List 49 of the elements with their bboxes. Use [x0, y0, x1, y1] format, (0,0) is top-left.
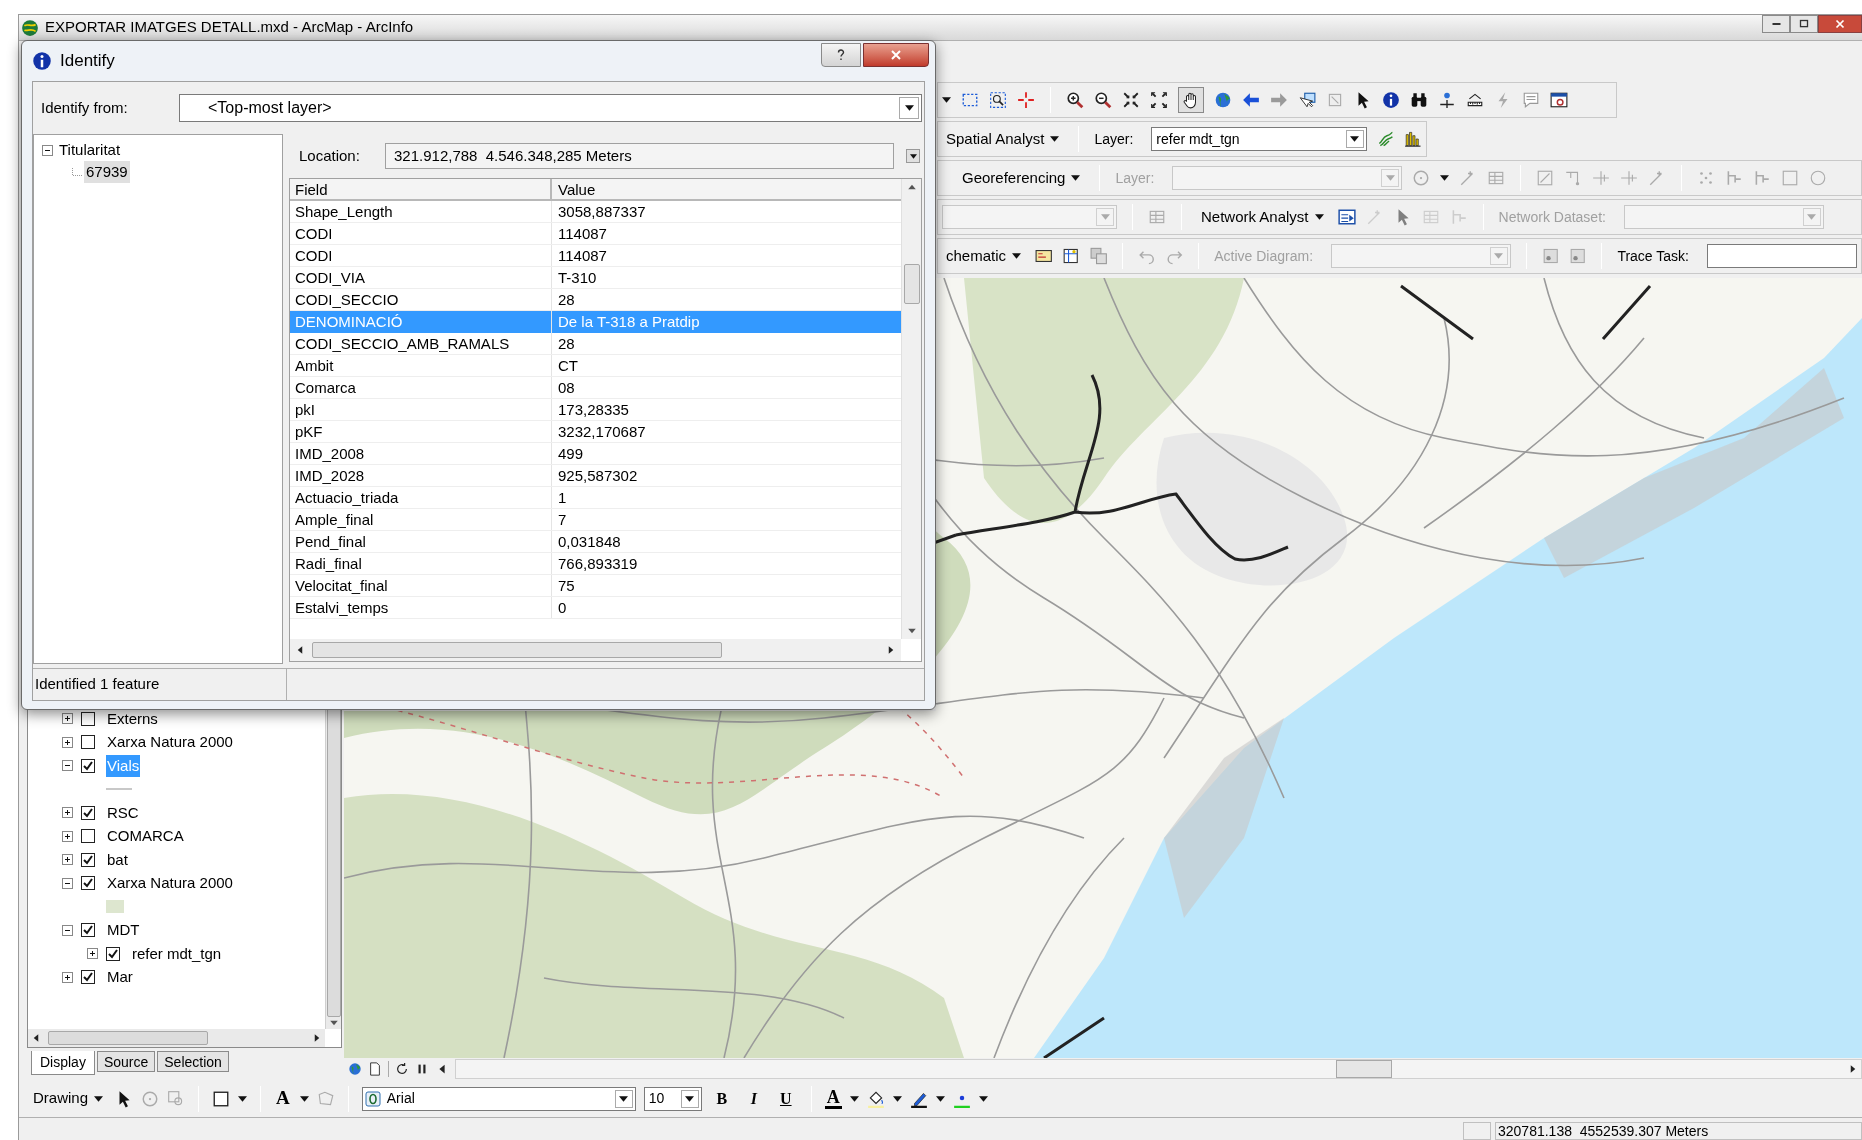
field-cell: Ample_final: [290, 509, 552, 530]
value-cell-text: 3232,170687: [557, 422, 647, 442]
value-cell-text: 0,031848: [557, 532, 622, 552]
field-cell: IMD_2028: [290, 465, 552, 486]
field-cell: Velocitat_final: [290, 575, 552, 596]
location-label: Location:: [299, 145, 361, 166]
value-cell-text: 114087: [557, 224, 608, 244]
field-cell: CODI: [290, 223, 552, 244]
field-cell: CODI_VIA: [290, 267, 552, 288]
field-cell: DENOMINACIÓ: [290, 311, 552, 333]
value-cell-text: 75: [557, 576, 576, 596]
window-title: EXPORTAR IMATGES DETALL.mxd - ArcMap - ArcInfo: [45, 17, 414, 38]
field-cell: CODI_SECCIO: [290, 289, 552, 310]
field-cell: pKF: [290, 421, 552, 442]
layer-label: Layer:: [1115, 168, 1155, 188]
active-diagram-label: Active Diagram:: [1214, 246, 1314, 266]
value-cell-text: 499: [557, 444, 585, 464]
field-cell: Radi_final: [290, 553, 552, 574]
field-cell: pkI: [290, 399, 552, 420]
value-cell-text: 1: [557, 488, 568, 508]
field-cell: Estalvi_temps: [290, 597, 552, 618]
field-cell: Ambit: [290, 355, 552, 376]
field-cell: IMD_2008: [290, 443, 552, 464]
identify-from-label: Identify from:: [41, 97, 129, 118]
field-cell: Shape_Length: [290, 201, 552, 222]
value-cell-text: CT: [557, 356, 579, 376]
field-cell: Pend_final: [290, 531, 552, 552]
field-cell: CODI_SECCIO_AMB_RAMALS: [290, 333, 552, 354]
value-cell-text: De la T-318 a Pratdip: [557, 312, 701, 332]
field-cell: Actuacio_triada: [290, 487, 552, 508]
coordinates-readout: 320781.138 4552539.307 Meters: [1495, 1122, 1862, 1140]
layer-label: Layer:: [1094, 129, 1134, 149]
field-cell: Comarca: [290, 377, 552, 398]
value-cell-text: 766,893319: [557, 554, 639, 574]
trace-task-label: Trace Task:: [1617, 246, 1689, 266]
value-cell-text: 925,587302: [557, 466, 639, 486]
dataset-label: Network Dataset:: [1498, 207, 1606, 227]
value-cell-text: 7: [557, 510, 568, 530]
status-text: Identified 1 feature: [33, 668, 287, 700]
value-cell-text: 28: [557, 290, 576, 310]
value-cell-text: 173,28335: [557, 400, 630, 420]
value-cell-text: 28: [557, 334, 576, 354]
value-cell-text: 114087: [557, 246, 608, 266]
field-cell: CODI: [290, 245, 552, 266]
value-cell-text: 08: [557, 378, 576, 398]
dialog-title: Identify: [60, 50, 115, 73]
value-cell-text: T-310: [557, 268, 598, 288]
value-cell-text: 3058,887337: [557, 202, 647, 222]
value-cell-text: 0: [557, 598, 568, 618]
